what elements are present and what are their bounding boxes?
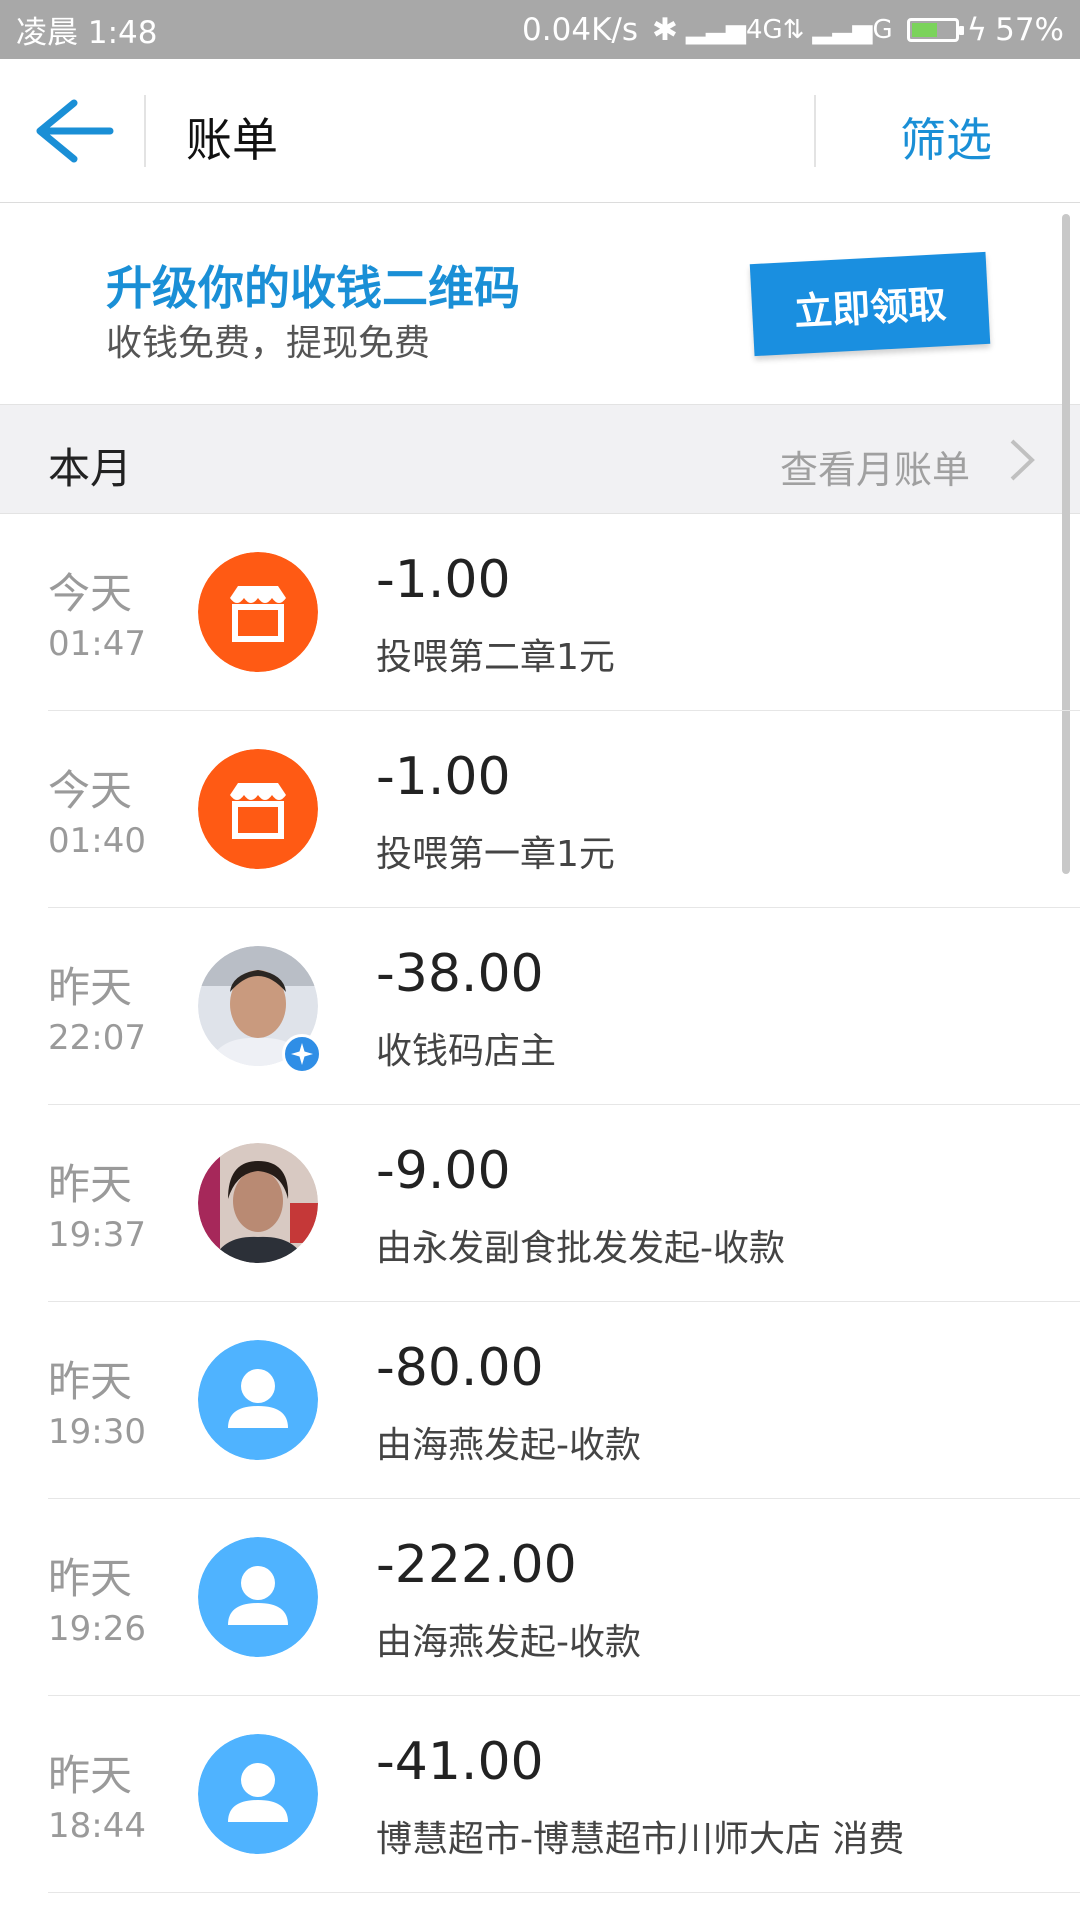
transaction-time: 22:07 [48,1018,146,1058]
promo-subtitle: 收钱免费，提现免费 [106,323,431,364]
transaction-amount: -222.00 [376,1535,577,1595]
battery-percent: 57% [995,11,1064,48]
transaction-amount: -9.00 [376,1141,511,1201]
filter-button[interactable]: 筛选 [900,104,992,170]
transaction-day: 今天 [48,766,133,815]
transaction-row[interactable]: 昨天 19:26 -222.00 由海燕发起-收款 [0,1499,1080,1696]
transaction-amount: -1.00 [376,747,511,807]
transaction-amount: -41.00 [376,1732,544,1792]
person-icon [198,1734,318,1854]
transaction-time: 01:40 [48,821,146,861]
transaction-description: 由永发副食批发发起-收款 [376,1228,785,1269]
promo-title: 升级你的收钱二维码 [106,261,520,315]
transaction-description: 投喂第一章1元 [376,834,615,875]
chevron-right-icon[interactable] [1002,437,1042,483]
month-header: 本月 查看月账单 [0,404,1080,514]
transaction-amount: -1.00 [376,550,511,610]
transaction-row[interactable]: 昨天 19:37 -9.00 由永发副食批发发起-收款 [0,1105,1080,1302]
transaction-description: 博慧超市-博慧超市川师大店 消费 [376,1819,905,1860]
transaction-day: 今天 [48,569,133,618]
header-divider-right [814,95,816,167]
transaction-description: 收钱码店主 [376,1031,557,1072]
store-icon [198,552,318,672]
back-arrow-icon [36,99,114,163]
transaction-day: 昨天 [48,1160,133,1209]
person-icon [198,1340,318,1460]
top-bar: 账单 筛选 [0,59,1080,203]
month-label: 本月 [48,444,133,493]
user-photo-avatar [198,1143,318,1263]
transaction-day: 昨天 [48,1751,133,1800]
transaction-description: 投喂第二章1元 [376,637,615,678]
network-speed: 0.04K/s [522,11,638,48]
page-title: 账单 [186,113,278,167]
transaction-description: 由海燕发起-收款 [376,1425,641,1466]
store-icon [198,749,318,869]
transaction-time: 19:30 [48,1412,146,1452]
status-bar: 凌晨 1:48 0.04K/s ✱ ▂▃▅ 4G ⇅ ▂▃▅ G ϟ 57% [0,0,1080,59]
transaction-day: 昨天 [48,1357,133,1406]
bluetooth-icon: ✱ [652,11,678,48]
back-button[interactable] [30,99,116,163]
battery-fill [911,22,937,37]
row-divider [48,1892,1080,1893]
transaction-list: 今天 01:47 -1.00 投喂第二章1元 今天 01:40 -1.00 投喂… [0,514,1080,1893]
transaction-row[interactable]: 昨天 19:30 -80.00 由海燕发起-收款 [0,1302,1080,1499]
transaction-row[interactable]: 昨天 18:44 -41.00 博慧超市-博慧超市川师大店 消费 [0,1696,1080,1893]
transaction-amount: -80.00 [376,1338,544,1398]
signal-4g-label: 4G [745,14,783,45]
transaction-time: 18:44 [48,1806,146,1846]
transaction-description: 由海燕发起-收款 [376,1622,641,1663]
transaction-time: 19:26 [48,1609,146,1649]
transaction-row[interactable]: 今天 01:40 -1.00 投喂第一章1元 [0,711,1080,908]
view-monthly-bill-link[interactable]: 查看月账单 [780,439,970,494]
claim-now-button[interactable]: 立即领取 [749,251,991,357]
transaction-time: 19:37 [48,1215,146,1255]
verified-badge-icon [282,1034,322,1074]
transaction-row[interactable]: 今天 01:47 -1.00 投喂第二章1元 [0,514,1080,711]
header-divider-left [144,95,146,167]
transaction-row[interactable]: 昨天 22:07 -38.00 收钱码店主 [0,908,1080,1105]
signal-g-label: G [872,14,893,45]
transaction-day: 昨天 [48,1554,133,1603]
signal-4g-icon: ▂▃▅ 4G ⇅ [685,14,805,45]
battery-icon [906,17,964,42]
promo-banner[interactable]: 升级你的收钱二维码 收钱免费，提现免费 立即领取 [0,204,1080,404]
transaction-amount: -38.00 [376,944,544,1004]
signal-g-icon: ▂▃▅ G [812,14,893,45]
status-right: 0.04K/s ✱ ▂▃▅ 4G ⇅ ▂▃▅ G ϟ 57% [522,12,1064,48]
status-time: 凌晨 1:48 [16,15,158,51]
person-icon [198,1537,318,1657]
charging-icon: ϟ [966,11,988,48]
transaction-day: 昨天 [48,963,133,1012]
transaction-time: 01:47 [48,624,146,664]
